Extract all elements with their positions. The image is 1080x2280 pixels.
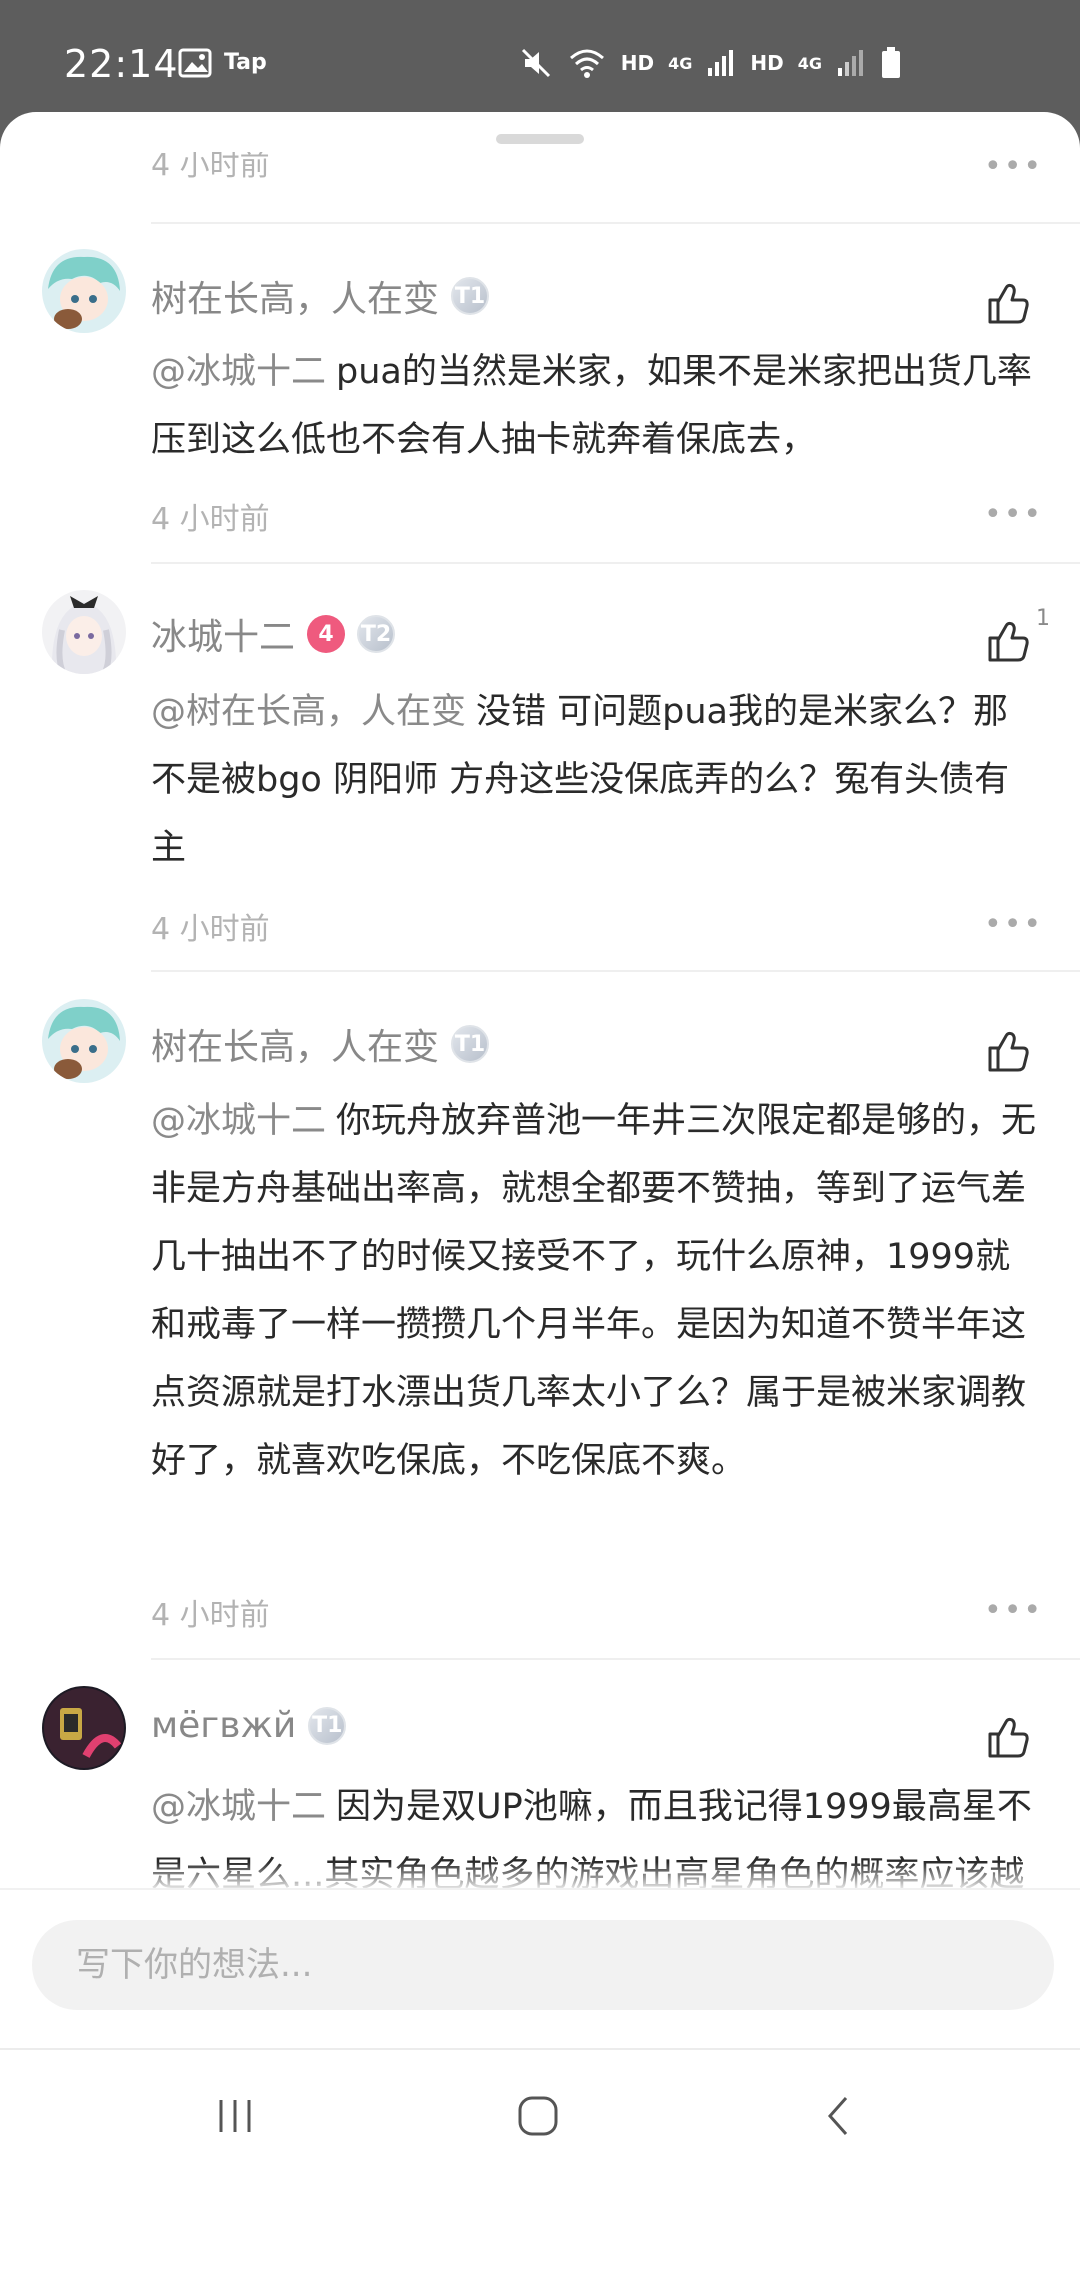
home-icon[interactable] <box>508 2086 568 2146</box>
drag-handle[interactable] <box>496 134 584 144</box>
mention-link[interactable]: @冰城十二 <box>151 1101 326 1141</box>
user-row: 冰城十二 4 T2 <box>151 608 396 660</box>
network-hd-label: HD <box>620 51 655 75</box>
mention-link[interactable]: @冰城十二 <box>151 352 326 392</box>
more-dots-icon[interactable]: ••• <box>984 500 1043 530</box>
back-icon[interactable] <box>810 2086 870 2146</box>
comment-time: 4 小时前 <box>151 502 270 537</box>
comment-input[interactable] <box>32 1920 1054 2010</box>
recent-apps-icon[interactable] <box>205 2086 265 2146</box>
comment-time: 4 小时前 <box>151 1598 270 1633</box>
user-row: мёгвжй T1 <box>151 1705 347 1746</box>
avatar[interactable] <box>42 1686 126 1770</box>
username[interactable]: 冰城十二 <box>151 608 295 660</box>
level-badge: T2 <box>357 615 396 653</box>
mention-link[interactable]: @冰城十二 <box>151 1787 326 1827</box>
network-4g-label: 4G <box>668 53 693 73</box>
number-badge: 4 <box>307 615 346 653</box>
thumbs-up-icon[interactable] <box>984 280 1030 326</box>
comment-body: @树在长高，人在变 没错 可问题pua我的是米家么？那不是被bgo 阴阳师 方舟这… <box>151 678 1040 882</box>
mention-link[interactable]: @树在长高，人在变 <box>151 692 466 732</box>
network-4g-label-2: 4G <box>797 53 822 73</box>
thumbs-up-icon[interactable] <box>984 618 1030 664</box>
user-row: 树在长高，人在变 T1 <box>151 1018 490 1070</box>
username[interactable]: 树在长高，人在变 <box>151 270 439 322</box>
wifi-icon <box>567 46 607 80</box>
previous-comment-time: 4 小时前 <box>151 152 270 183</box>
more-dots-icon[interactable]: ••• <box>984 910 1043 940</box>
image-icon <box>178 48 212 82</box>
comment-body: @冰城十二 你玩舟放弃普池一年井三次限定都是够的，无非是方舟基础出率高，就想全都要… <box>151 1087 1040 1495</box>
comment-time: 4 小时前 <box>151 912 270 947</box>
more-dots-icon[interactable]: ••• <box>984 1596 1043 1626</box>
divider <box>151 970 1080 972</box>
divider <box>151 1658 1080 1660</box>
avatar[interactable] <box>42 999 126 1083</box>
divider <box>151 562 1080 564</box>
status-bar: 22:14 Tap HD 4G HD 4G <box>0 0 1080 120</box>
thumbs-up-icon[interactable] <box>984 1714 1030 1760</box>
avatar[interactable] <box>42 249 126 333</box>
comment-input-bar <box>0 1888 1080 2048</box>
level-badge: T1 <box>451 277 490 315</box>
mute-icon <box>519 46 553 80</box>
comment-text: 你玩舟放弃普池一年井三次限定都是够的，无非是方舟基础出率高，就想全都要不赞抽，等… <box>151 1101 1037 1481</box>
more-dots-icon[interactable]: ••• <box>984 152 1043 182</box>
like-count: 1 <box>1036 606 1050 631</box>
avatar[interactable] <box>42 590 126 674</box>
divider <box>151 222 1080 224</box>
username[interactable]: мёгвжй <box>151 1705 296 1746</box>
signal-icon <box>706 48 736 78</box>
status-time: 22:14 <box>64 42 179 86</box>
system-nav-bar <box>0 2048 1080 2168</box>
network-hd-label-2: HD <box>750 51 784 75</box>
status-icons: HD 4G HD 4G <box>519 46 902 80</box>
level-badge: T1 <box>451 1025 490 1063</box>
app-label: Tap <box>224 50 267 75</box>
user-row: 树在长高，人在变 T1 <box>151 270 490 322</box>
signal-icon-2 <box>836 48 866 78</box>
comment-body: @冰城十二 pua的当然是米家，如果不是米家把出货几率压到这么低也不会有人抽卡就奔… <box>151 338 1040 474</box>
battery-icon <box>880 46 902 80</box>
username[interactable]: 树在长高，人在变 <box>151 1018 439 1070</box>
thumbs-up-icon[interactable] <box>984 1028 1030 1074</box>
level-badge: T1 <box>308 1706 347 1745</box>
